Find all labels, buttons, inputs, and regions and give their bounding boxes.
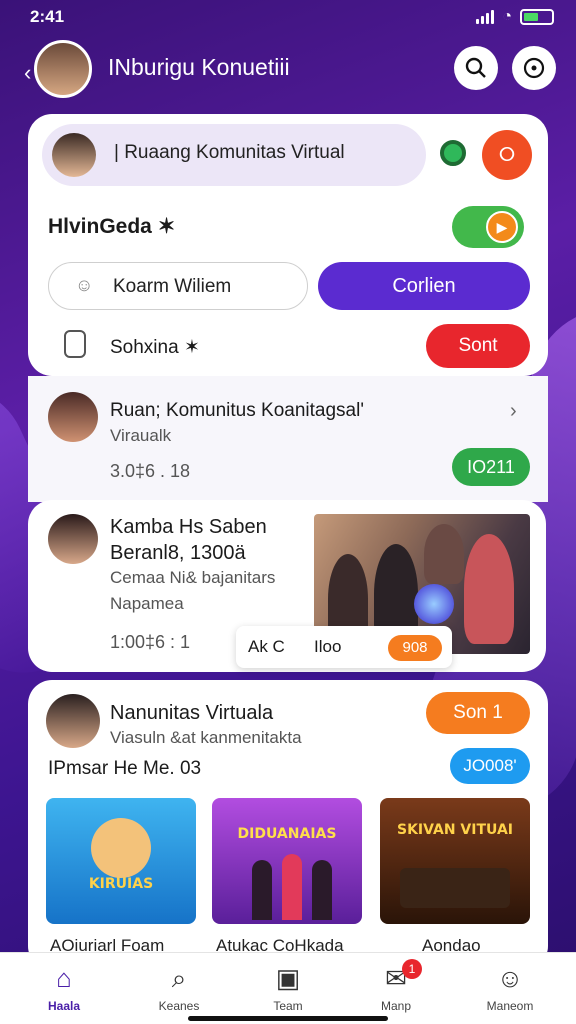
wifi-icon: ◔ bbox=[502, 8, 512, 25]
reaction-label-2: Iloo bbox=[314, 637, 342, 656]
target-button[interactable] bbox=[512, 46, 556, 90]
list-item-title: Ruan; Komunitus Koanitagsal' bbox=[110, 400, 364, 421]
action-button[interactable]: ⭘ bbox=[482, 130, 532, 180]
page-title: INburigu Konuetiii bbox=[108, 54, 290, 80]
status-time: 2:41 bbox=[30, 7, 65, 26]
post-subtitle-2: Napamea bbox=[110, 594, 184, 613]
sub-row-label: Sohxina ✶ bbox=[110, 337, 200, 358]
section-title: HlvinGeda ✶ bbox=[48, 215, 176, 238]
nav-label: Maneom bbox=[486, 999, 534, 1013]
status-bar: 2:41 ◔ bbox=[0, 0, 576, 34]
back-chevron-icon[interactable]: ‹ bbox=[24, 60, 31, 86]
user-chip-label: Koarm Wiliem bbox=[113, 276, 232, 297]
nav-label: Manp bbox=[380, 999, 412, 1013]
list-item-subtitle: Viraualk bbox=[110, 426, 172, 445]
feed-row: IPmsar He Me. 03 bbox=[48, 758, 202, 779]
battery-icon bbox=[520, 9, 554, 25]
avatar bbox=[48, 514, 98, 564]
avatar bbox=[46, 694, 100, 748]
profile-icon: ☺ bbox=[496, 963, 524, 993]
avatar[interactable] bbox=[34, 40, 92, 98]
game-tile[interactable]: DIDUANAIAS bbox=[212, 798, 362, 924]
confirm-button[interactable]: Corlien bbox=[318, 262, 530, 310]
target-icon bbox=[523, 57, 545, 79]
post-time: 1:00‡6 : 1 bbox=[110, 632, 191, 652]
game-tile[interactable]: KIRUIAS bbox=[46, 798, 196, 924]
post-title: Kamba Hs Saben bbox=[110, 516, 267, 538]
post-number: Beranl8, 1300ä bbox=[110, 542, 246, 564]
chat-icon: ⭘ bbox=[499, 143, 515, 166]
signal-icon bbox=[476, 10, 495, 24]
list-item-meta: 3.0‡6 . 18 bbox=[110, 461, 191, 481]
lock-icon bbox=[64, 330, 86, 358]
notification-badge: 1 bbox=[402, 959, 422, 979]
post-subtitle: Cemaa Ni& bajanitars bbox=[110, 568, 276, 587]
app-header: ‹ INburigu Konuetiii bbox=[0, 36, 576, 100]
avatar bbox=[48, 392, 98, 442]
nav-item-home[interactable]: ⌂ Haala bbox=[14, 953, 114, 1024]
chevron-right-icon[interactable]: › bbox=[510, 400, 517, 423]
user-chip[interactable]: ☺ Koarm Wiliem bbox=[48, 262, 308, 310]
bottom-nav: ⌂ Haala ⌕ Keanes ▣ Team ✉ 1 Manp ☺ Maneo… bbox=[0, 952, 576, 1024]
tile-art-text: KIRUIAS bbox=[88, 876, 154, 892]
search-icon bbox=[465, 57, 486, 78]
feed-title: Nanunitas Virtuala bbox=[110, 702, 274, 724]
reaction-bar[interactable]: Ak C Iloo 908 bbox=[236, 626, 452, 668]
nav-item-search[interactable]: ⌕ Keanes bbox=[129, 953, 229, 1024]
home-indicator bbox=[188, 1016, 388, 1021]
count-badge[interactable]: JO008' bbox=[450, 748, 530, 784]
user-icon: ☺ bbox=[75, 275, 94, 295]
reaction-label: Ak C bbox=[248, 637, 285, 656]
status-badge[interactable] bbox=[440, 140, 466, 166]
feed-subtitle: Viasuln &at kanmenitakta bbox=[110, 728, 302, 747]
nav-label: Team bbox=[273, 999, 303, 1013]
calendar-icon: ▣ bbox=[275, 963, 301, 993]
game-tile[interactable]: SKIVAN VITUAI bbox=[380, 798, 530, 924]
join-button[interactable]: Son 1 bbox=[426, 692, 530, 734]
tile-art-text: SKIVAN VITUAI bbox=[396, 822, 514, 838]
community-card: | Ruaang Komunitas Virtual ⭘ HlvinGeda ✶… bbox=[28, 114, 548, 376]
send-button[interactable]: Sont bbox=[426, 324, 530, 368]
list-item-badge[interactable]: IO211 bbox=[452, 448, 530, 486]
avatar bbox=[52, 133, 96, 177]
nav-label: Haala bbox=[47, 999, 81, 1013]
nav-item-mail[interactable]: ✉ 1 Manp bbox=[346, 953, 446, 1024]
play-icon: ▶ bbox=[486, 211, 518, 243]
go-toggle[interactable]: ▶ bbox=[452, 206, 524, 248]
nav-item-profile[interactable]: ☺ Maneom bbox=[460, 953, 560, 1024]
reaction-count[interactable]: 908 bbox=[388, 635, 442, 661]
nav-label: Keanes bbox=[158, 999, 200, 1013]
search-icon: ⌕ bbox=[171, 963, 187, 993]
search-button[interactable] bbox=[454, 46, 498, 90]
community-search-pill[interactable]: | Ruaang Komunitas Virtual bbox=[42, 124, 426, 186]
tile-art-text: DIDUANAIAS bbox=[237, 826, 337, 842]
nav-item-team[interactable]: ▣ Team bbox=[238, 953, 338, 1024]
search-pill-text: | Ruaang Komunitas Virtual bbox=[114, 142, 345, 163]
home-icon: ⌂ bbox=[56, 963, 72, 993]
